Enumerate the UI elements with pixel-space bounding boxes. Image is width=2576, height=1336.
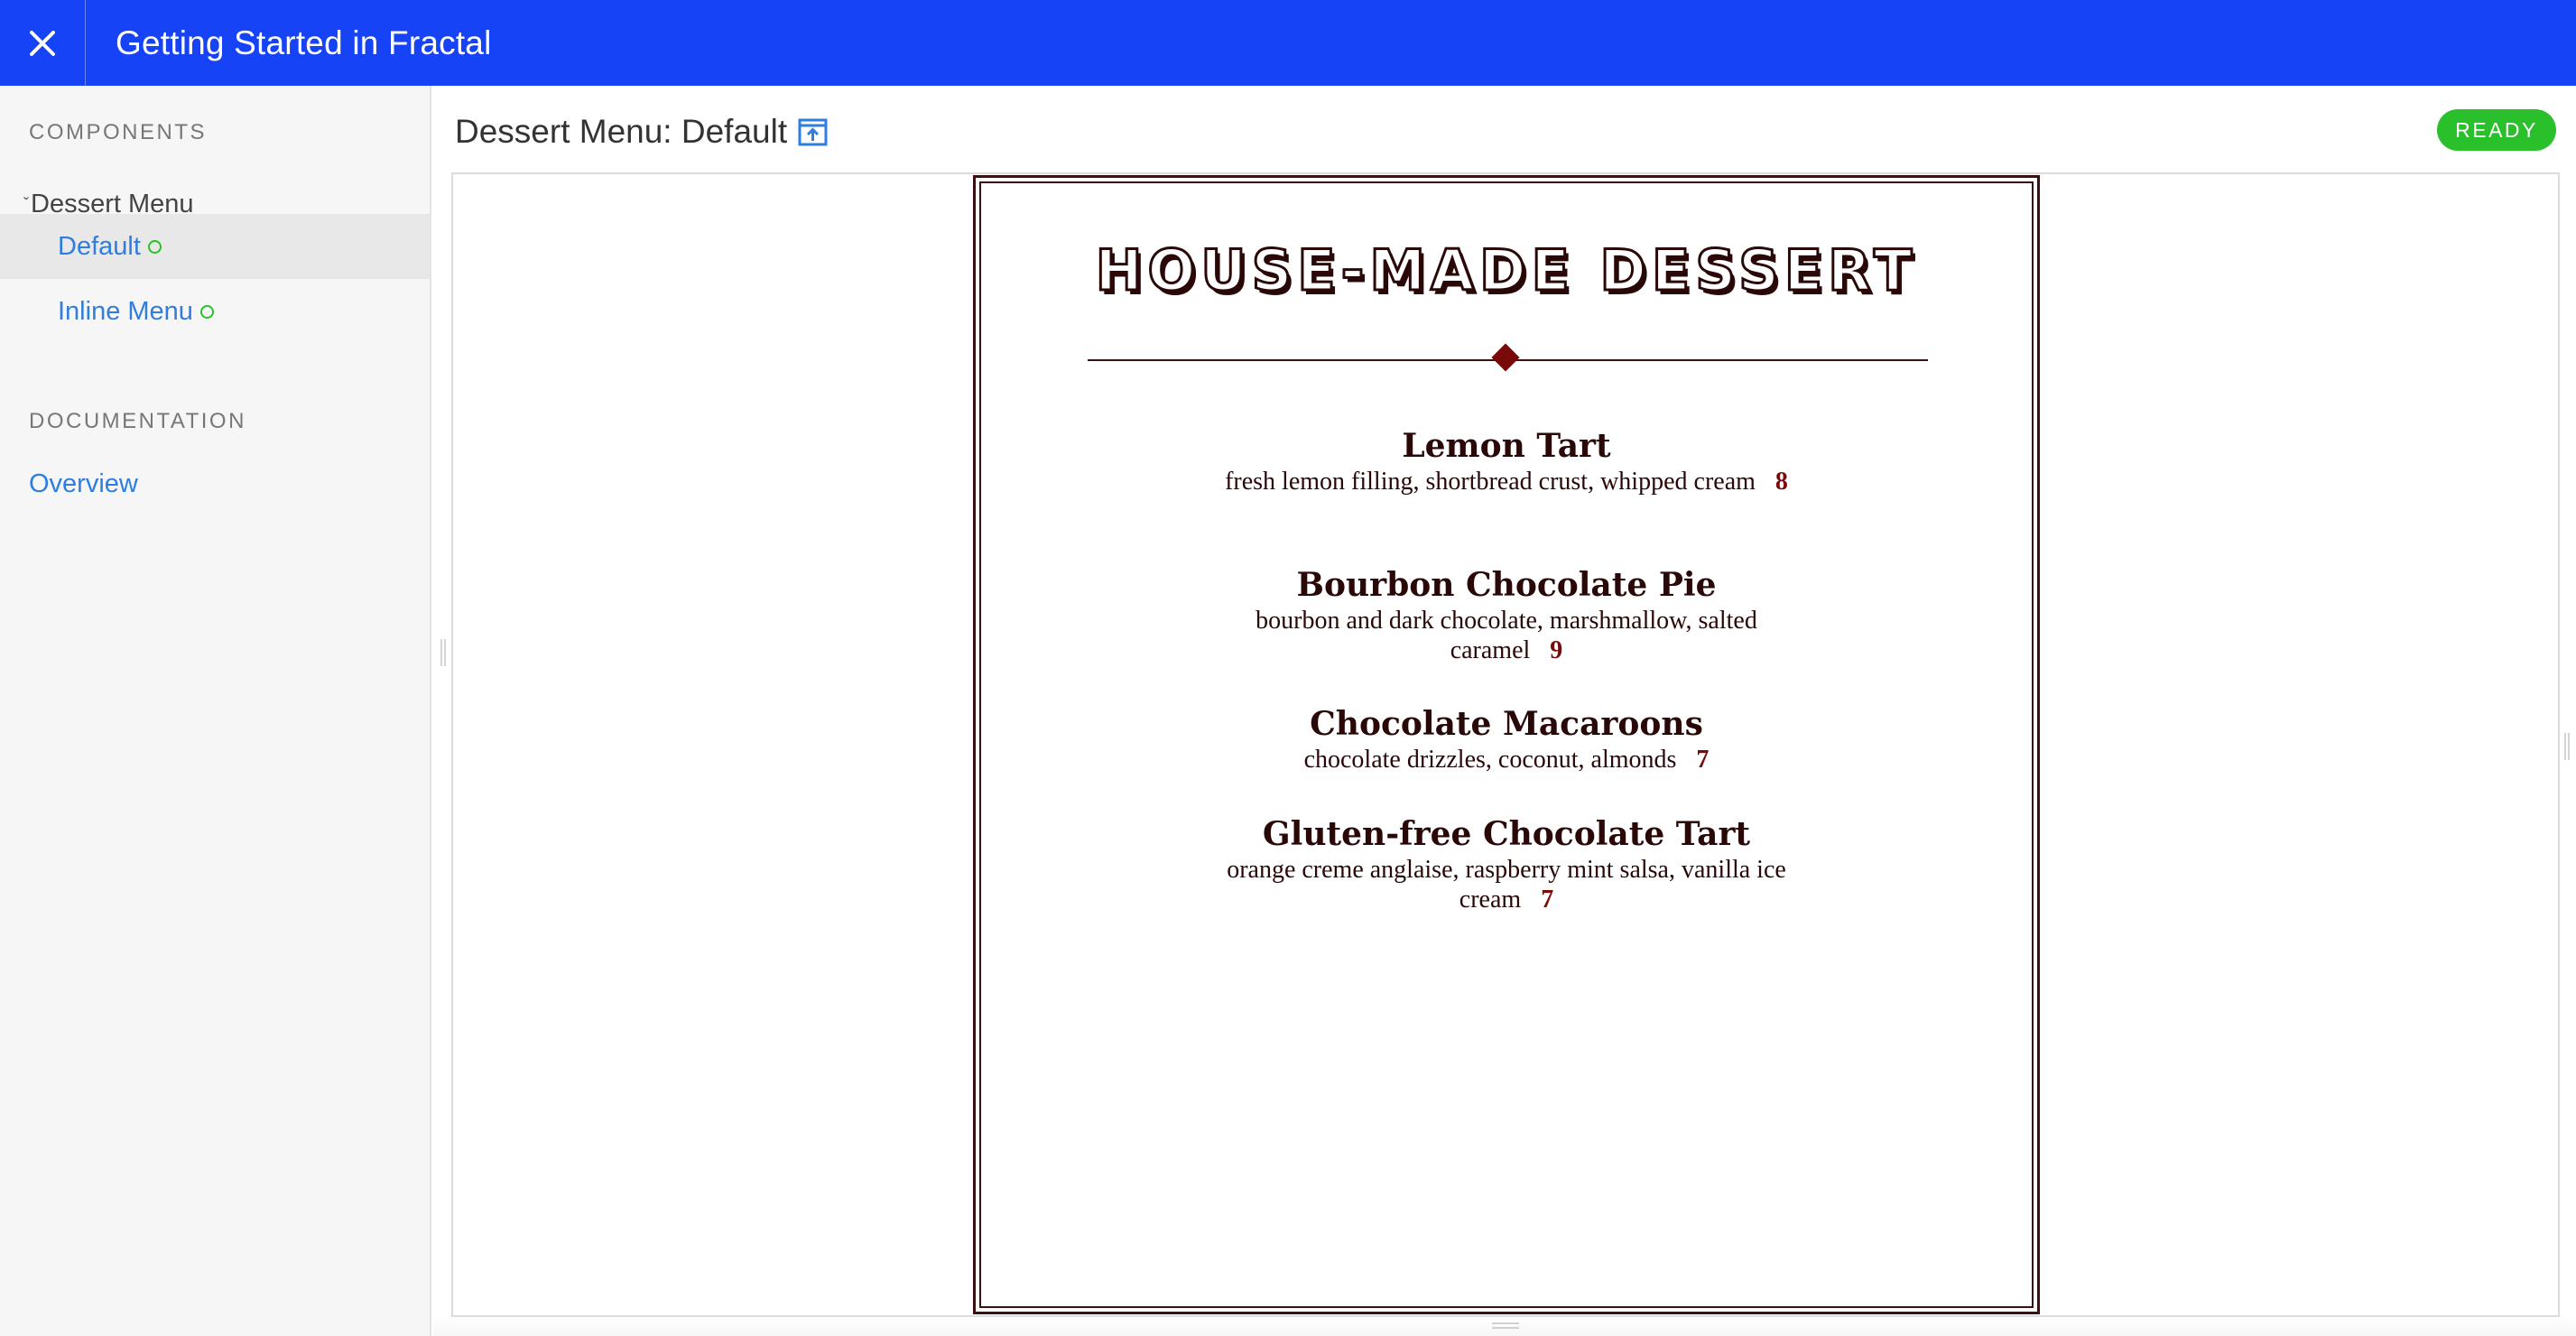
close-icon	[30, 30, 55, 56]
documentation-heading: DOCUMENTATION	[29, 409, 246, 433]
menu-item-description: fresh lemon filling, shortbread crust, w…	[1218, 467, 1795, 496]
preview-resize-handle-bottom[interactable]	[1492, 1322, 1519, 1329]
menu-item-price: 8	[1774, 468, 1788, 496]
page-title: Dessert Menu: Default	[455, 113, 788, 150]
menu-item-description: orange creme anglaise, raspberry mint sa…	[1218, 855, 1795, 914]
preview-resize-handle-right[interactable]	[2564, 733, 2570, 760]
menu-item: Gluten-free Chocolate Tart orange creme …	[976, 813, 2037, 914]
menu-title: HOUSE-MADE DESSERT	[1094, 237, 1918, 305]
menu-item-description: chocolate drizzles, coconut, almonds 7	[1218, 745, 1795, 775]
sidebar-item-label: Inline Menu	[58, 296, 193, 326]
components-heading: COMPONENTS	[29, 120, 208, 144]
menu-item-desc-text: chocolate drizzles, coconut, almonds	[1303, 746, 1677, 774]
menu-card: HOUSE-MADE DESSERT Lemon Tart fresh lemo…	[973, 175, 2040, 1314]
sidebar: COMPONENTS ˇ Dessert Menu Default Inline…	[0, 86, 431, 1336]
sidebar-item-overview[interactable]: Overview	[29, 469, 138, 499]
sidebar-item-inline-menu[interactable]: Inline Menu	[0, 279, 430, 344]
menu-item-price: 7	[1696, 746, 1710, 774]
status-badge: READY	[2437, 109, 2556, 151]
sidebar-item-label: Default	[58, 231, 141, 261]
app-title: Getting Started in Fractal	[116, 23, 492, 61]
menu-item-price: 7	[1541, 886, 1554, 914]
menu-item-desc-text: orange creme anglaise, raspberry mint sa…	[1227, 856, 1786, 914]
menu-item-name: Gluten-free Chocolate Tart	[1262, 815, 1751, 853]
chevron-down-icon: ˇ	[23, 194, 29, 213]
close-button[interactable]	[0, 0, 86, 86]
menu-item-name: Lemon Tart	[1402, 427, 1611, 465]
menu-item-price: 9	[1550, 636, 1563, 664]
menu-item-name: Chocolate Macaroons	[1310, 705, 1703, 743]
menu-item: Lemon Tart fresh lemon filling, shortbre…	[976, 425, 2037, 496]
top-bar: Getting Started in Fractal	[0, 0, 2576, 86]
menu-item-description: bourbon and dark chocolate, marshmallow,…	[1218, 606, 1795, 665]
open-external-icon[interactable]	[798, 117, 829, 146]
menu-item-name: Bourbon Chocolate Pie	[1296, 566, 1717, 604]
menu-item: Chocolate Macaroons chocolate drizzles, …	[976, 703, 2037, 775]
menu-item: Bourbon Chocolate Pie bourbon and dark c…	[976, 564, 2037, 665]
status-ready-icon	[199, 304, 214, 319]
status-ready-icon	[147, 239, 162, 254]
sidebar-item-default[interactable]: Default	[0, 214, 430, 279]
menu-item-desc-text: fresh lemon filling, shortbread crust, w…	[1225, 468, 1756, 496]
sidebar-resize-handle[interactable]	[440, 639, 446, 666]
page-header: Dessert Menu: Default	[455, 107, 829, 157]
menu-item-desc-text: bourbon and dark chocolate, marshmallow,…	[1256, 607, 1757, 664]
